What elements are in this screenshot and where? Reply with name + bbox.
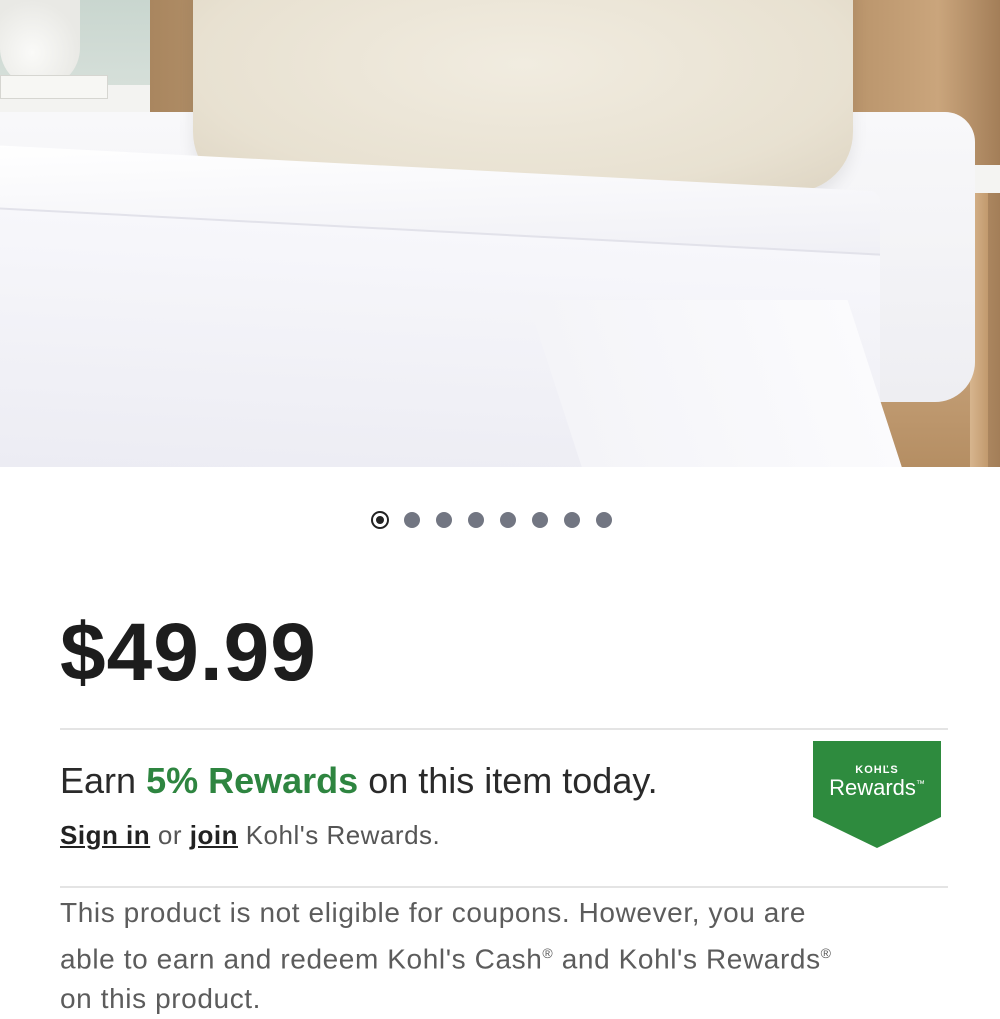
carousel-dot-icon[interactable]: [373, 513, 387, 527]
divider: [60, 728, 948, 730]
registered-mark: ®: [542, 945, 554, 961]
earn-prefix: Earn: [60, 760, 137, 801]
coupon-note-line-2: able to earn and redeem Kohl's Cash® and…: [60, 933, 940, 979]
kohls-rewards-badge-icon: KOHĽS Rewards™: [813, 741, 941, 848]
badge-name-text: Rewards: [829, 775, 916, 800]
badge-name: Rewards™: [813, 775, 941, 801]
sign-in-link[interactable]: Sign in: [60, 820, 150, 850]
rewards-signin-row: Sign in or join Kohl's Rewards.: [60, 820, 440, 851]
rewards-percent: 5% Rewards: [146, 760, 359, 801]
carousel-dot-icon[interactable]: [500, 512, 516, 528]
carousel-dot-icon[interactable]: [436, 512, 452, 528]
product-price: $49.99: [60, 607, 317, 698]
product-image-swipe-area[interactable]: [0, 0, 1000, 467]
carousel-dot-icon[interactable]: [468, 512, 484, 528]
coupon-note-line-2-prefix: able to earn and redeem Kohl's Cash: [60, 943, 543, 975]
join-link[interactable]: join: [190, 820, 238, 850]
image-carousel-dots: [372, 512, 612, 528]
coupon-note-line-3: on this product.: [60, 983, 262, 1015]
carousel-dot-icon[interactable]: [404, 512, 420, 528]
carousel-dot-icon[interactable]: [532, 512, 548, 528]
coupon-note-line-1: This product is not eligible for coupons…: [60, 897, 807, 928]
product-image: [0, 0, 1000, 467]
divider: [60, 886, 948, 888]
carousel-dot-icon[interactable]: [564, 512, 580, 528]
rewards-earn-text: Earn 5% Rewards on this item today.: [60, 760, 658, 802]
rewards-program-text: Kohl's Rewards.: [245, 820, 441, 850]
coupon-note-line-2-mid: and Kohl's Rewards: [553, 943, 821, 975]
registered-mark: ®: [820, 945, 832, 961]
carousel-dot-icon[interactable]: [596, 512, 612, 528]
coupon-eligibility-note: This product is not eligible for coupons…: [60, 893, 940, 1019]
or-text: or: [157, 820, 183, 850]
badge-tm: ™: [915, 778, 925, 789]
earn-suffix: on this item today.: [368, 760, 658, 801]
